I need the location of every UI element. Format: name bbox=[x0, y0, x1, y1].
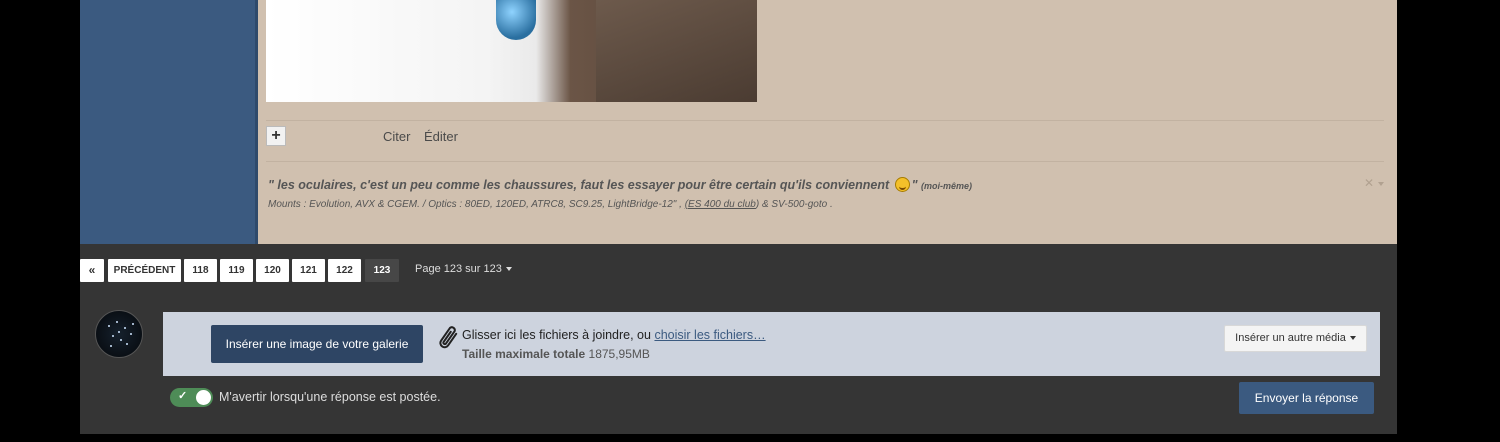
toggle-knob bbox=[196, 390, 211, 405]
edit-button[interactable]: Éditer bbox=[424, 129, 458, 144]
drop-zone-text: Glisser ici les fichiers à joindre, ou c… bbox=[462, 328, 766, 342]
plus-icon[interactable]: + bbox=[266, 126, 286, 146]
page-button[interactable]: 119 bbox=[220, 259, 253, 282]
quote-button[interactable]: Citer bbox=[383, 129, 410, 144]
notify-toggle[interactable]: ✓ bbox=[170, 388, 213, 407]
close-icon[interactable]: ✕ bbox=[1364, 176, 1384, 190]
page-button[interactable]: 118 bbox=[184, 259, 217, 282]
signature-gear-link[interactable]: (ES 400 du club bbox=[685, 199, 756, 210]
signature-quote-text: " les oculaires, c'est un peu comme les … bbox=[268, 178, 890, 192]
caret-down-icon bbox=[505, 267, 512, 272]
insert-media-label: Insérer un autre média bbox=[1235, 332, 1346, 344]
avatar[interactable] bbox=[95, 310, 143, 358]
signature-author: (moi-même) bbox=[921, 181, 973, 191]
signature-gear-suffix: ) & SV-500-goto . bbox=[755, 199, 833, 210]
post: + Citer Éditer " les oculaires, c'est un… bbox=[258, 0, 1397, 244]
divider bbox=[266, 161, 1384, 162]
smiley-icon bbox=[894, 177, 910, 192]
page-info: Page 123 sur 123 bbox=[415, 263, 502, 275]
notify-label[interactable]: M'avertir lorsqu'une réponse est postée. bbox=[219, 390, 441, 404]
upload-panel[interactable]: Insérer une image de votre galerie Gliss… bbox=[163, 312, 1380, 376]
page-button[interactable]: 121 bbox=[292, 259, 325, 282]
paperclip-icon bbox=[439, 326, 458, 349]
check-icon: ✓ bbox=[178, 390, 188, 402]
page-button[interactable]: 122 bbox=[328, 259, 361, 282]
insert-gallery-image-button[interactable]: Insérer une image de votre galerie bbox=[211, 325, 423, 363]
max-size-value: 1875,95MB bbox=[588, 347, 650, 361]
page: + Citer Éditer " les oculaires, c'est un… bbox=[80, 0, 1397, 434]
eyepiece-graphic bbox=[496, 0, 536, 40]
caret-down-icon bbox=[1349, 336, 1356, 341]
signature-quote-end: " bbox=[911, 178, 918, 192]
signature-gear-prefix: Mounts : Evolution, AVX & CGEM. / Optics… bbox=[268, 199, 682, 210]
current-page-button: 123 bbox=[365, 259, 399, 282]
jacket-graphic bbox=[596, 0, 757, 102]
double-chevron-left-icon[interactable]: « bbox=[80, 259, 104, 282]
max-size-info: Taille maximale totale 1875,95MB bbox=[462, 347, 650, 361]
max-size-label: Taille maximale totale bbox=[462, 347, 586, 361]
submit-reply-button[interactable]: Envoyer la réponse bbox=[1239, 382, 1374, 414]
page-jump-dropdown[interactable]: Page 123 sur 123 bbox=[415, 263, 512, 275]
divider bbox=[266, 120, 1384, 121]
previous-page-button[interactable]: PRÉCÉDENT bbox=[108, 259, 181, 282]
post-image[interactable] bbox=[266, 0, 757, 102]
signature-gear: Mounts : Evolution, AVX & CGEM. / Optics… bbox=[268, 199, 833, 210]
author-column bbox=[80, 0, 258, 244]
choose-files-link[interactable]: choisir les fichiers… bbox=[654, 328, 765, 342]
drop-text: Glisser ici les fichiers à joindre, ou bbox=[462, 328, 651, 342]
page-button[interactable]: 120 bbox=[256, 259, 289, 282]
insert-media-button[interactable]: Insérer un autre média bbox=[1224, 325, 1367, 352]
signature-quote: " les oculaires, c'est un peu comme les … bbox=[268, 177, 972, 192]
